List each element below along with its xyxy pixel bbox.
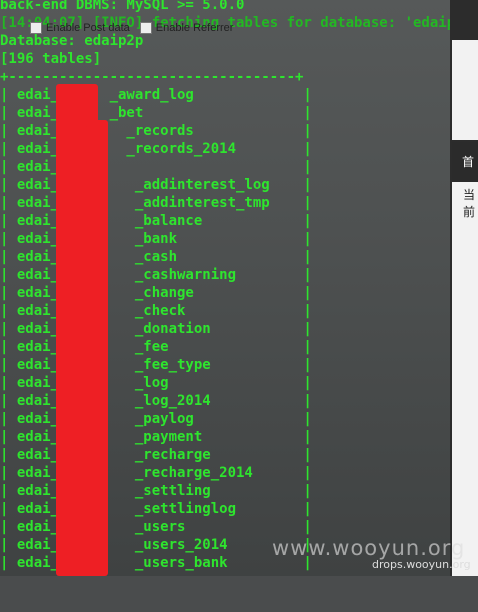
watermark-small: drops.wooyun.org [372,558,471,571]
table-row: | edai_ _recharge_2014 | [0,465,312,481]
table-row: | edai_ _payment | [0,429,312,445]
table-count-line: [196 tables] [0,51,102,67]
table-row: | edai_ _recharge | [0,447,312,463]
table-row: | edai_ | [0,159,312,175]
enable-post-checkbox[interactable]: Enable Post data [30,21,130,35]
table-row: | edai_ _fee_type | [0,357,312,373]
redaction-mark [56,120,108,576]
table-row: | edai_ _settling | [0,483,312,499]
enable-referrer-label: Enable Referrer [155,21,234,34]
table-row: | edai_ _cashwarning | [0,267,312,283]
table-row: | edai_ _balance | [0,213,312,229]
table-row: | edai_ _award_log | [0,87,312,103]
table-row: | edai_ _addinterest_tmp | [0,195,312,211]
table-row: | edai_ _cash | [0,249,312,265]
right-page-content [452,182,478,576]
table-row: | edai_ _users | [0,519,312,535]
redaction-mark [56,84,98,124]
right-page-label: 当前 [463,188,476,219]
enable-referrer-checkbox[interactable]: Enable Referrer [139,21,234,35]
table-row: | edai_ _paylog | [0,411,312,427]
right-page-nav-bar[interactable]: 首页 [452,142,478,182]
table-row: | edai_ _records | [0,123,312,139]
right-page-white-area [452,40,478,140]
table-border-top: +----------------------------------+ [0,69,304,85]
table-row: | edai_ _bet | [0,105,312,121]
watermark: www.wooyun.org [272,536,466,560]
table-row: | edai_ _fee | [0,339,312,355]
enable-post-label: Enable Post data [46,21,130,34]
table-row: | edai_ _users_bank | [0,555,312,571]
table-row: | edai_ _records_2014 | [0,141,312,157]
table-row: | edai_ _log | [0,375,312,391]
table-row: | edai_ _donation | [0,321,312,337]
table-row: | edai_ _log_2014 | [0,393,312,409]
table-row: | edai_ _check | [0,303,312,319]
table-row: | edai_ _users_2014 | [0,537,312,553]
table-row: | edai_ _addinterest_log | [0,177,312,193]
table-row: | edai_ _settlinglog | [0,501,312,517]
redaction-mark [86,124,106,164]
dbms-line: back-end DBMS: MySQL >= 5.0.0 [0,0,245,13]
table-row: | edai_ _bank | [0,231,312,247]
browser-toolbar: Enable Post data Enable Referrer [30,18,233,38]
checkbox-icon [139,22,152,35]
table-row: | edai_ _change | [0,285,312,301]
checkbox-icon [30,22,42,35]
